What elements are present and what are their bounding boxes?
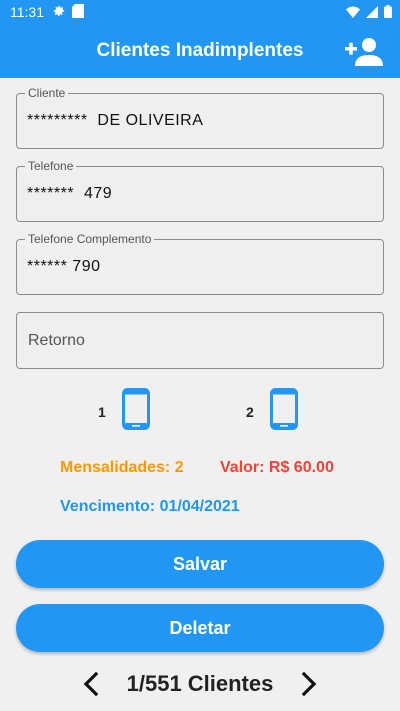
chevron-right-icon[interactable]	[298, 670, 320, 703]
telefone-complemento-field[interactable]: Telefone Complemento ****** 790	[16, 232, 384, 295]
retorno-placeholder: Retorno	[28, 332, 85, 349]
add-person-button[interactable]	[344, 36, 384, 68]
pager-suffix: Clientes	[187, 671, 274, 696]
add-person-icon	[345, 38, 383, 66]
telefone-label: Telefone	[25, 159, 77, 173]
phone-2-group: 2	[246, 388, 298, 435]
telefone-complemento-value: ****** 790	[27, 258, 101, 275]
retorno-field[interactable]: Retorno	[16, 312, 384, 369]
telefone-complemento-label: Telefone Complemento	[25, 232, 155, 246]
phone-2-number: 2	[246, 403, 254, 420]
gear-icon	[52, 4, 66, 21]
page-title: Clientes Inadimplentes	[96, 40, 304, 61]
sim-card-icon	[72, 4, 84, 21]
app-bar: Clientes Inadimplentes	[0, 24, 400, 78]
valor-text: Valor: R$ 60.00	[220, 459, 334, 476]
smartphone-icon[interactable]	[269, 388, 298, 435]
salvar-button[interactable]: Salvar	[16, 540, 384, 588]
cliente-label: Cliente	[25, 86, 69, 100]
battery-icon	[384, 5, 392, 21]
cliente-field[interactable]: Cliente ********* DE OLIVEIRA	[16, 86, 384, 149]
pager-text: 1/551 Clientes	[0, 671, 400, 697]
vencimento-text: Vencimento: 01/04/2021	[60, 498, 240, 515]
deletar-button[interactable]: Deletar	[16, 604, 384, 652]
telefone-value: ******* 479	[27, 185, 113, 202]
phone-1-number: 1	[98, 403, 106, 420]
pager-count: 1/551	[126, 671, 182, 696]
cliente-value: ********* DE OLIVEIRA	[27, 112, 204, 129]
telefone-field[interactable]: Telefone ******* 479	[16, 159, 384, 222]
mensalidades-text: Mensalidades: 2	[60, 459, 184, 476]
status-right-icons	[346, 5, 392, 21]
status-left-icons	[52, 4, 84, 21]
status-bar: 11:31	[0, 0, 400, 24]
phone-1-group: 1	[98, 388, 150, 435]
wifi-icon	[346, 5, 360, 21]
signal-icon	[366, 5, 378, 21]
pager: 1/551 Clientes	[0, 668, 400, 700]
status-time: 11:31	[10, 4, 44, 20]
smartphone-icon[interactable]	[121, 388, 150, 435]
